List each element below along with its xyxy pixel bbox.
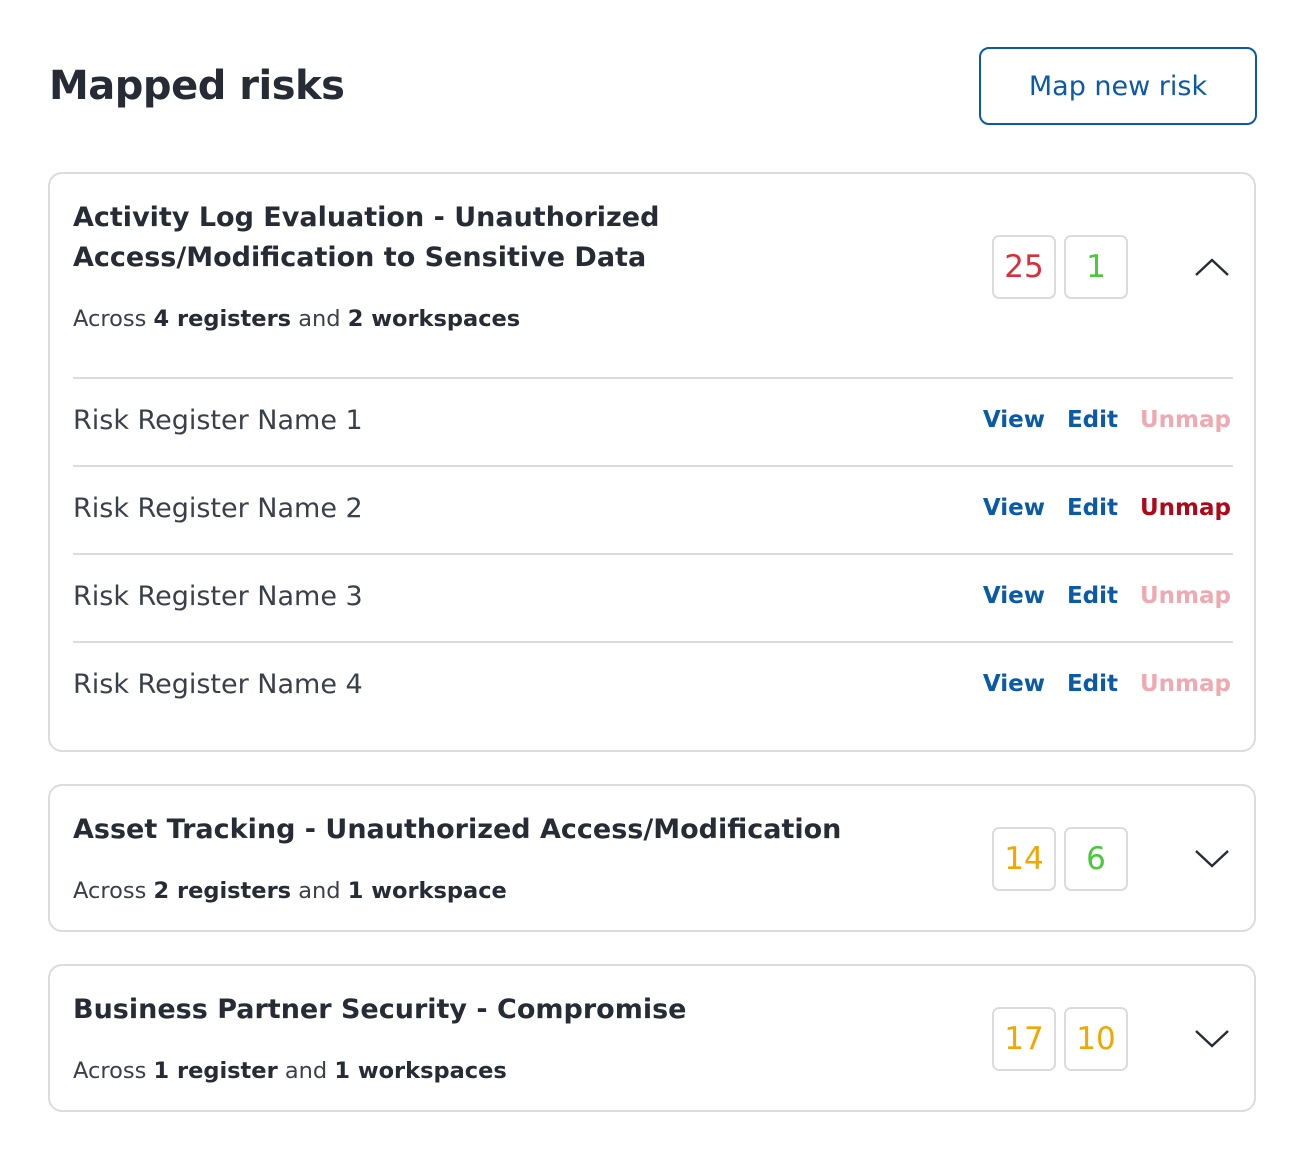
edit-link[interactable]: Edit	[1067, 671, 1118, 697]
workspace-count: 1 workspace	[347, 878, 507, 904]
view-link[interactable]: View	[983, 583, 1045, 609]
workspace-count: 2 workspaces	[347, 306, 521, 332]
register-name: Risk Register Name 4	[73, 669, 363, 700]
register-name: Risk Register Name 1	[73, 405, 363, 436]
edit-link[interactable]: Edit	[1067, 583, 1118, 609]
residual-score-badge: 10	[1064, 1007, 1128, 1071]
unmap-link[interactable]: Unmap	[1140, 495, 1231, 521]
risk-card[interactable]: Business Partner Security - Compromise A…	[48, 964, 1256, 1112]
summary-prefix: Across	[73, 878, 147, 904]
summary-and: and	[298, 878, 341, 904]
inherent-score-badge: 14	[992, 827, 1056, 891]
register-count: 1 register	[153, 1058, 278, 1084]
chevron-up-icon[interactable]	[1194, 256, 1230, 278]
register-row: Risk Register Name 2 View Edit Unmap	[73, 465, 1233, 553]
view-link[interactable]: View	[983, 671, 1045, 697]
risk-summary: Across 2 registers and 1 workspace	[73, 876, 507, 906]
unmap-link[interactable]: Unmap	[1140, 671, 1231, 697]
map-new-risk-button[interactable]: Map new risk	[979, 47, 1257, 125]
unmap-link[interactable]: Unmap	[1140, 407, 1231, 433]
residual-score-badge: 1	[1064, 235, 1128, 299]
register-row: Risk Register Name 3 View Edit Unmap	[73, 553, 1233, 641]
unmap-link[interactable]: Unmap	[1140, 583, 1231, 609]
view-link[interactable]: View	[983, 495, 1045, 521]
risk-title: Business Partner Security - Compromise	[73, 994, 687, 1025]
inherent-score-badge: 25	[992, 235, 1056, 299]
edit-link[interactable]: Edit	[1067, 495, 1118, 521]
register-name: Risk Register Name 2	[73, 493, 363, 524]
summary-prefix: Across	[73, 1058, 147, 1084]
chevron-down-icon[interactable]	[1194, 1028, 1230, 1050]
summary-and: and	[298, 306, 341, 332]
register-name: Risk Register Name 3	[73, 581, 363, 612]
register-row: Risk Register Name 1 View Edit Unmap	[73, 377, 1233, 465]
risk-card: Activity Log Evaluation - Unauthorized A…	[48, 172, 1256, 752]
workspace-count: 1 workspaces	[334, 1058, 507, 1084]
view-link[interactable]: View	[983, 407, 1045, 433]
risk-title: Asset Tracking - Unauthorized Access/Mod…	[73, 814, 842, 845]
mapped-risks-page: Mapped risks Map new risk Activity Log E…	[0, 0, 1304, 1160]
risk-summary: Across 4 registers and 2 workspaces	[73, 304, 520, 334]
risk-title: Activity Log Evaluation - Unauthorized A…	[73, 202, 660, 273]
summary-prefix: Across	[73, 306, 147, 332]
edit-link[interactable]: Edit	[1067, 407, 1118, 433]
risk-card[interactable]: Asset Tracking - Unauthorized Access/Mod…	[48, 784, 1256, 932]
residual-score-badge: 6	[1064, 827, 1128, 891]
risk-summary: Across 1 register and 1 workspaces	[73, 1056, 507, 1086]
page-title: Mapped risks	[49, 63, 345, 109]
register-count: 4 registers	[153, 306, 292, 332]
inherent-score-badge: 17	[992, 1007, 1056, 1071]
register-count: 2 registers	[153, 878, 292, 904]
chevron-down-icon[interactable]	[1194, 848, 1230, 870]
summary-and: and	[284, 1058, 328, 1084]
register-row: Risk Register Name 4 View Edit Unmap	[73, 641, 1233, 729]
